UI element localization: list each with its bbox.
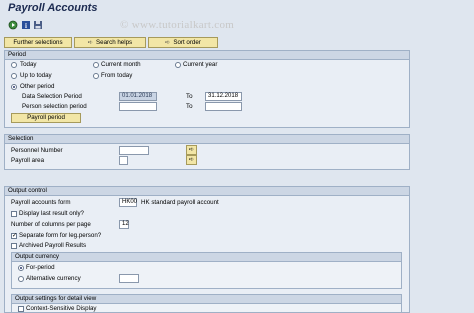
data-selection-to-field[interactable]: 31.12.2018 bbox=[205, 92, 242, 101]
data-selection-from-field[interactable]: 01.01.2018 bbox=[119, 92, 157, 101]
selection-header: Selection bbox=[5, 135, 409, 144]
today-radio[interactable] bbox=[11, 62, 17, 68]
up-to-today-radio[interactable] bbox=[11, 73, 17, 79]
num-columns-field[interactable]: 12 bbox=[119, 220, 129, 229]
search-helps-button[interactable]: ➪ Search helps bbox=[74, 37, 146, 48]
up-to-today-label: Up to today bbox=[20, 72, 52, 79]
data-selection-period-label: Data Selection Period bbox=[22, 93, 82, 100]
for-period-label: For-period bbox=[26, 264, 55, 271]
output-currency-header: Output currency bbox=[12, 253, 401, 262]
alternative-currency-field[interactable] bbox=[119, 274, 139, 283]
personnel-multiple-selection-button[interactable]: ➪ bbox=[186, 145, 197, 155]
personnel-number-field[interactable] bbox=[119, 146, 149, 155]
detail-view-header: Output settings for detail view bbox=[12, 295, 401, 304]
current-month-label: Current month bbox=[101, 61, 141, 68]
arrow-right-icon: ➪ bbox=[188, 147, 195, 153]
further-selections-label: Further selections bbox=[13, 39, 63, 46]
sort-order-button[interactable]: ➪ Sort order bbox=[148, 37, 218, 48]
payroll-accounts-form-field[interactable]: HK00 bbox=[119, 198, 137, 207]
title-bar: Payroll Accounts bbox=[0, 0, 474, 17]
current-year-label: Current year bbox=[183, 61, 218, 68]
payroll-area-field[interactable] bbox=[119, 156, 128, 165]
selection-section: Selection bbox=[4, 134, 410, 170]
separate-form-label: Separate form for leg.person? bbox=[19, 232, 102, 239]
context-sensitive-checkbox[interactable] bbox=[18, 306, 24, 312]
other-period-label: Other period bbox=[20, 83, 55, 90]
archived-results-label: Archived Payroll Results bbox=[19, 242, 87, 249]
arrow-right-icon: ➪ bbox=[87, 39, 94, 46]
arrow-right-icon: ➪ bbox=[188, 157, 195, 163]
from-today-radio[interactable] bbox=[93, 73, 99, 79]
display-last-result-checkbox[interactable] bbox=[11, 211, 17, 217]
arrow-right-icon: ➪ bbox=[165, 39, 171, 46]
current-year-radio[interactable] bbox=[175, 62, 181, 68]
payroll-area-multiple-selection-button[interactable]: ➪ bbox=[186, 155, 197, 165]
person-selection-to-label: To bbox=[186, 103, 193, 110]
payroll-accounts-form-description: HK standard payroll account bbox=[141, 199, 219, 206]
period-header: Period bbox=[5, 51, 409, 60]
for-period-radio[interactable] bbox=[18, 265, 24, 271]
sort-order-label: Sort order bbox=[173, 39, 201, 46]
payroll-accounts-form-label: Payroll accounts form bbox=[11, 199, 71, 206]
payroll-period-button[interactable]: Payroll period bbox=[11, 113, 81, 123]
svg-text:i: i bbox=[25, 22, 27, 30]
person-selection-to-field[interactable] bbox=[205, 102, 242, 111]
execute-icon[interactable] bbox=[8, 20, 18, 30]
num-columns-label: Number of columns per page bbox=[11, 221, 91, 228]
display-last-result-label: Display last result only? bbox=[19, 210, 84, 217]
page-title: Payroll Accounts bbox=[8, 2, 98, 14]
other-period-radio[interactable] bbox=[11, 84, 17, 90]
save-variant-icon[interactable] bbox=[33, 20, 43, 30]
today-label: Today bbox=[20, 61, 37, 68]
output-currency-section: Output currency bbox=[11, 252, 402, 289]
search-helps-label: Search helps bbox=[96, 39, 133, 46]
context-sensitive-label: Context-Sensitive Display bbox=[26, 305, 97, 312]
alternative-currency-radio[interactable] bbox=[18, 276, 24, 282]
current-month-radio[interactable] bbox=[93, 62, 99, 68]
person-selection-from-field[interactable] bbox=[119, 102, 157, 111]
personnel-number-label: Personnel Number bbox=[11, 147, 63, 154]
data-selection-to-label: To bbox=[186, 93, 193, 100]
archived-results-checkbox[interactable] bbox=[11, 243, 17, 249]
payroll-area-label: Payroll area bbox=[11, 157, 45, 164]
from-today-label: From today bbox=[101, 72, 133, 79]
application-toolbar: i bbox=[0, 17, 474, 34]
separate-form-checkbox[interactable]: ✓ bbox=[11, 233, 17, 239]
alternative-currency-label: Alternative currency bbox=[26, 275, 81, 282]
output-control-header: Output control bbox=[5, 187, 409, 196]
person-selection-period-label: Person selection period bbox=[22, 103, 87, 110]
info-icon[interactable]: i bbox=[21, 20, 31, 30]
further-selections-button[interactable]: Further selections bbox=[4, 37, 72, 48]
